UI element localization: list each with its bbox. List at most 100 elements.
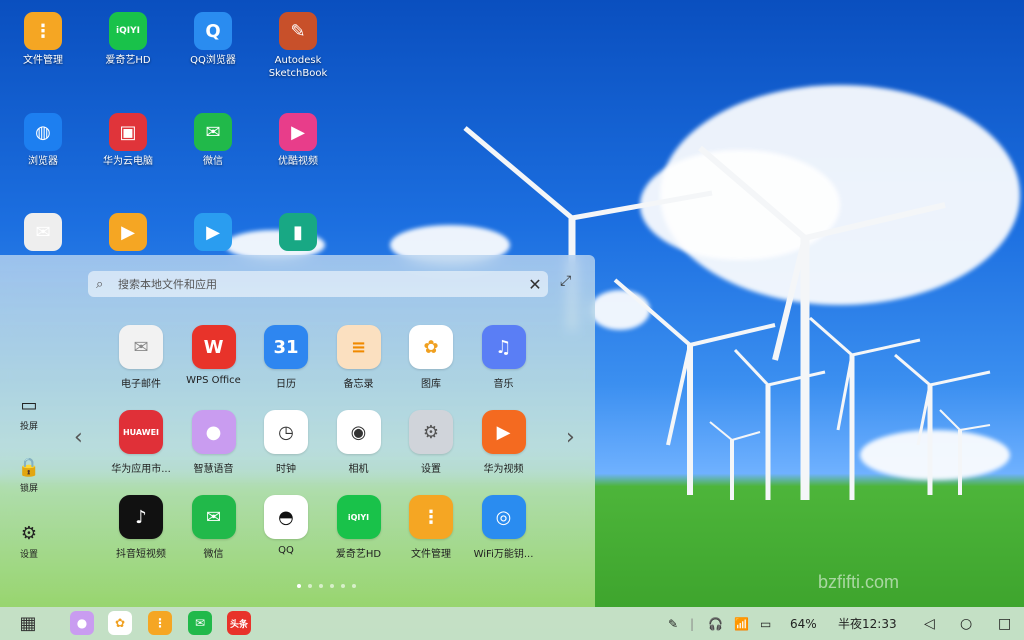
side-button-gear[interactable]: ⚙ 设置: [0, 523, 58, 560]
desktop-icon-label: 文件管理: [23, 55, 63, 66]
taskbar-launcher-button[interactable]: ▦: [16, 611, 40, 635]
app-icon: 31: [264, 325, 308, 369]
app-icon: ◷: [264, 410, 308, 454]
app-icon: ✉: [119, 325, 163, 369]
app-icon: ♫: [481, 325, 526, 369]
desktop-icon[interactable]: ✎ Autodesk SketchBook: [258, 12, 338, 80]
wifi-icon[interactable]: 📶: [734, 607, 749, 640]
side-button-label: 投屏: [19, 422, 38, 432]
app-label: WPS Office: [186, 375, 241, 386]
app-tile[interactable]: ● 智慧语音: [178, 410, 250, 475]
app-tile[interactable]: 31 日历: [250, 325, 322, 390]
app-label: 时钟: [276, 464, 296, 475]
prev-page-arrow[interactable]: ‹: [74, 425, 83, 450]
desktop-icon[interactable]: ▶: [88, 213, 168, 255]
headphones-icon[interactable]: 🎧: [708, 607, 723, 640]
app-label: 电子邮件: [121, 379, 161, 390]
desktop-icon[interactable]: Q QQ浏览器: [173, 12, 253, 67]
desktop-icon[interactable]: ✉: [3, 213, 83, 255]
app-tile[interactable]: ◷ 时钟: [250, 410, 322, 475]
desktop-icon[interactable]: ✉ 微信: [173, 113, 253, 168]
desktop-icon-label: 爱奇艺HD: [105, 55, 151, 66]
search-bar[interactable]: ⌕ 搜索本地文件和应用 ✕: [88, 271, 548, 297]
app-tile[interactable]: ◎ WiFi万能钥...: [468, 495, 540, 560]
pen-icon[interactable]: ✎: [668, 607, 678, 640]
side-button-label: 锁屏: [19, 484, 38, 494]
app-icon: ◎: [481, 495, 526, 539]
app-icon: ♪: [119, 495, 163, 539]
app-tile[interactable]: iQIYI 爱奇艺HD: [323, 495, 395, 560]
desktop-icon-label: 微信: [203, 156, 223, 167]
side-button-laptop[interactable]: ▭ 投屏: [0, 395, 58, 432]
clock[interactable]: 半夜12:33: [838, 607, 897, 640]
desktop-icon[interactable]: ▶ 优酷视频: [258, 113, 338, 168]
app-label: QQ: [278, 545, 294, 556]
taskbar-wechat[interactable]: ✉: [188, 611, 212, 635]
app-icon: ◍: [24, 113, 62, 151]
recents-icon[interactable]: □: [998, 607, 1011, 640]
side-button-label: 设置: [19, 550, 38, 560]
battery-icon[interactable]: ▭: [760, 607, 771, 640]
close-icon[interactable]: ✕: [522, 275, 548, 294]
desktop-icon[interactable]: ◍ 浏览器: [3, 113, 83, 168]
app-launcher: ⌕ 搜索本地文件和应用 ✕ ⤢ ▭ 投屏 🔒 锁屏 ⚙ 设置 ‹ › ✉ 电子邮件 W WPS …: [0, 255, 595, 607]
battery-percent: 64%: [790, 616, 817, 631]
app-icon: ⋮: [409, 495, 453, 539]
desktop-icon[interactable]: ⋮ 文件管理: [3, 12, 83, 67]
app-label: 日历: [276, 379, 296, 390]
gear-icon: ⚙: [20, 523, 38, 544]
app-icon: ▣: [109, 113, 147, 151]
app-icon: ●: [191, 410, 236, 454]
app-icon: ◉: [336, 410, 381, 454]
app-label: 相机: [348, 464, 369, 475]
app-label: 微信: [203, 549, 224, 560]
desktop-icon[interactable]: ▶: [173, 213, 253, 255]
home-icon[interactable]: ○: [960, 607, 972, 640]
app-label: 抖音短视频: [116, 549, 166, 560]
app-icon: W: [191, 325, 236, 369]
app-tile[interactable]: ▶ 华为视频: [468, 410, 540, 475]
app-label: 华为应用市...: [111, 464, 171, 475]
app-tile[interactable]: ⚙ 设置: [395, 410, 467, 475]
page-dot[interactable]: [319, 584, 323, 588]
page-dot[interactable]: [308, 584, 312, 588]
app-tile[interactable]: ✿ 图库: [395, 325, 467, 390]
app-tile[interactable]: ✉ 微信: [178, 495, 250, 560]
taskbar-file-manager[interactable]: ⋮: [148, 611, 172, 635]
app-icon: ⋮: [24, 12, 62, 50]
app-tile[interactable]: ⋮ 文件管理: [395, 495, 467, 560]
app-tile[interactable]: ≡ 备忘录: [323, 325, 395, 390]
page-dot[interactable]: [330, 584, 334, 588]
side-button-lock[interactable]: 🔒 锁屏: [0, 457, 58, 494]
app-tile[interactable]: ◓ QQ: [250, 495, 322, 556]
app-tile[interactable]: ✉ 电子邮件: [105, 325, 177, 390]
search-input[interactable]: 搜索本地文件和应用: [118, 276, 522, 292]
page-dot[interactable]: [297, 584, 301, 588]
app-tile[interactable]: W WPS Office: [178, 325, 250, 386]
desktop-icon[interactable]: iQIYI 爱奇艺HD: [88, 12, 168, 67]
app-icon: ✉: [24, 213, 62, 251]
next-page-arrow[interactable]: ›: [566, 425, 575, 450]
desktop-icon[interactable]: ▮: [258, 213, 338, 255]
divider: |: [690, 616, 695, 631]
expand-icon[interactable]: ⤢: [560, 273, 571, 289]
app-tile[interactable]: HUAWEI 华为应用市...: [105, 410, 177, 475]
app-label: 爱奇艺HD: [335, 549, 382, 560]
page-dot[interactable]: [352, 584, 356, 588]
desktop-icon-label: 优酷视频: [278, 156, 318, 167]
app-tile[interactable]: ♫ 音乐: [468, 325, 540, 390]
app-label: 图库: [421, 379, 441, 390]
app-icon: ≡: [336, 325, 381, 369]
app-icon: ◓: [264, 495, 308, 539]
desktop-icon-label: QQ浏览器: [190, 55, 236, 66]
taskbar-toutiao[interactable]: 头条: [227, 611, 251, 635]
taskbar-voice-assistant[interactable]: ●: [70, 611, 94, 635]
app-icon: ▶: [194, 213, 232, 251]
app-tile[interactable]: ◉ 相机: [323, 410, 395, 475]
back-icon[interactable]: ◁: [924, 607, 935, 640]
app-icon: HUAWEI: [119, 410, 163, 454]
taskbar-gallery[interactable]: ✿: [108, 611, 132, 635]
page-dot[interactable]: [341, 584, 345, 588]
app-tile[interactable]: ♪ 抖音短视频: [105, 495, 177, 560]
desktop-icon[interactable]: ▣ 华为云电脑: [88, 113, 168, 168]
